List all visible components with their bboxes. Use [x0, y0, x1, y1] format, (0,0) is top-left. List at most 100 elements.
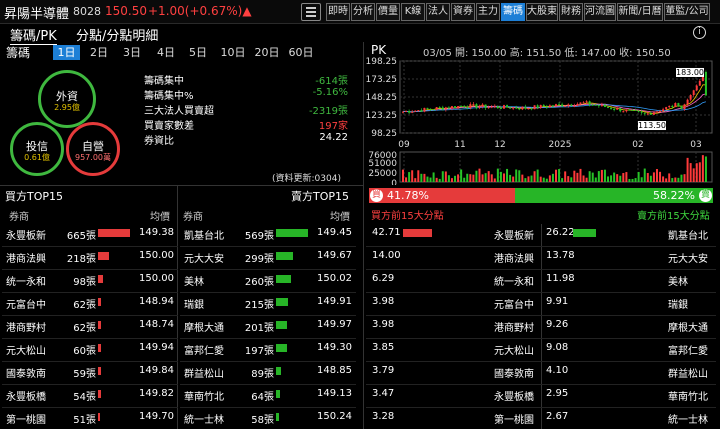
buy-row[interactable]: 第一桃園 51張 149.70 — [2, 408, 178, 429]
volume-bar — [447, 175, 450, 182]
x-tick-0: 09 — [398, 140, 410, 150]
price-chart[interactable]: 198.25173.25148.25123.2598.2576000510002… — [364, 55, 720, 185]
pk-row[interactable]: 3.28 第一桃園 2.67 統一士林 — [366, 408, 716, 429]
pk-buy-value: 3.98 — [372, 319, 395, 330]
pk-row[interactable]: 14.00 港商法興 13.78 元大大安 — [366, 247, 716, 270]
candle-body — [652, 112, 655, 115]
sell-row[interactable]: 統一士林 58張 150.24 — [180, 408, 356, 429]
pk-row[interactable]: 3.47 永豐板橋 2.95 華南竹北 — [366, 385, 716, 408]
pk-sell-value: 9.26 — [546, 319, 569, 330]
pk-row[interactable]: 6.29 統一永和 11.98 美林 — [366, 270, 716, 293]
pk-buy-value: 3.28 — [372, 411, 395, 422]
tab-6[interactable]: 主力 — [476, 3, 500, 21]
tab-2[interactable]: 價量 — [376, 3, 400, 21]
pk-row[interactable]: 3.79 國泰敦南 4.10 群益松山 — [366, 362, 716, 385]
sell-row[interactable]: 摩根大通 201張 149.97 — [180, 316, 356, 339]
buy-row[interactable]: 元富台中 62張 148.94 — [2, 293, 178, 316]
buy-row[interactable]: 元大松山 60張 149.94 — [2, 339, 178, 362]
buy-row[interactable]: 國泰敦南 59張 149.84 — [2, 362, 178, 385]
period-tab-3[interactable]: 4日 — [155, 45, 177, 60]
tab-11[interactable]: 新聞/日曆 — [617, 3, 663, 21]
period-tab-4[interactable]: 5日 — [187, 45, 209, 60]
tab-0[interactable]: 即時 — [326, 3, 350, 21]
period-tab-7[interactable]: 60日 — [287, 45, 315, 60]
chips-title: 籌碼 — [6, 46, 31, 60]
pk-buy-broker: 永豐板新 — [494, 231, 534, 242]
volume-bar — [613, 172, 616, 182]
volume-bar — [619, 175, 622, 182]
candle-body — [521, 106, 524, 110]
volume-bar — [469, 174, 472, 182]
sell-row[interactable]: 瑞銀 215張 149.91 — [180, 293, 356, 316]
tab-4[interactable]: 法人 — [426, 3, 450, 21]
volume-bar — [411, 170, 414, 182]
buy-avg: 149.38 — [139, 227, 174, 238]
volume-bar — [460, 169, 463, 182]
period-tab-6[interactable]: 20日 — [253, 45, 281, 60]
sell-row[interactable]: 群益松山 89張 148.85 — [180, 362, 356, 385]
tab-1[interactable]: 分析 — [351, 3, 375, 21]
pk-row[interactable]: 42.71 永豐板新 26.22 凱基台北 — [366, 224, 716, 247]
volume-bar — [551, 173, 554, 182]
volume-bar — [564, 171, 567, 182]
sell-row[interactable]: 元大大安 299張 149.67 — [180, 247, 356, 270]
volume-bar — [432, 172, 435, 182]
volume-bar — [625, 172, 628, 182]
candle-body — [561, 104, 564, 107]
candle-body — [423, 107, 426, 112]
pk-row[interactable]: 3.98 元富台中 9.91 瑞銀 — [366, 293, 716, 316]
buy-row[interactable]: 港商法興 218張 150.00 — [2, 247, 178, 270]
buy-row[interactable]: 永豐板橋 54張 149.82 — [2, 385, 178, 408]
period-tab-5[interactable]: 10日 — [219, 45, 247, 60]
sell-row[interactable]: 富邦仁愛 197張 149.30 — [180, 339, 356, 362]
volume-bar — [493, 178, 496, 182]
tab-12[interactable]: 董監/公司 — [664, 3, 710, 21]
volume-bar — [585, 177, 588, 182]
pk-row[interactable]: 3.85 元大松山 9.08 富邦仁愛 — [366, 339, 716, 362]
candle-body — [533, 105, 536, 110]
volume-bar — [499, 171, 502, 182]
pk-row[interactable]: 3.98 港商野村 9.26 摩根大通 — [366, 316, 716, 339]
pk-row-divider — [541, 385, 542, 408]
period-tab-0[interactable]: 1日 — [53, 45, 80, 60]
pk-buy-value: 3.79 — [372, 365, 395, 376]
tab-3[interactable]: K線 — [401, 3, 425, 21]
candle-body — [597, 105, 600, 107]
tab-10[interactable]: 河流圖 — [584, 3, 616, 21]
candle-body — [646, 113, 649, 115]
period-tab-1[interactable]: 2日 — [88, 45, 110, 60]
tab-chip-pk[interactable]: 籌碼/PK — [10, 25, 57, 45]
candle-body — [579, 102, 582, 104]
period-tab-2[interactable]: 3日 — [121, 45, 143, 60]
candle-body — [457, 106, 460, 109]
volume-bar — [521, 174, 524, 182]
tab-branch-detail[interactable]: 分點/分點明細 — [76, 25, 158, 44]
candle-body — [686, 99, 689, 105]
x-tick-2: 12 — [494, 140, 505, 150]
menu-icon[interactable] — [301, 3, 321, 21]
stat-value-3: 197家 — [318, 121, 348, 132]
candle-body — [444, 107, 447, 110]
info-icon[interactable]: i — [693, 26, 706, 39]
buy-row[interactable]: 港商野村 62張 148.74 — [2, 316, 178, 339]
volume-bar — [701, 155, 704, 182]
sell-avg: 149.67 — [317, 250, 352, 261]
volume-bar — [515, 169, 518, 182]
tab-7[interactable]: 籌碼 — [501, 3, 525, 21]
volume-bar — [631, 178, 634, 182]
candle-body — [405, 111, 408, 113]
sell-row[interactable]: 華南竹北 64張 149.13 — [180, 385, 356, 408]
buy-col-avg: 均價 — [150, 212, 170, 223]
pk-row-divider — [541, 362, 542, 385]
tab-8[interactable]: 大股東 — [526, 3, 558, 21]
sell-row[interactable]: 美林 260張 150.02 — [180, 270, 356, 293]
candle-body — [527, 108, 530, 110]
buy-row[interactable]: 永豐板新 665張 149.38 — [2, 224, 178, 247]
candle-body — [502, 105, 505, 109]
sell-row[interactable]: 凱基台北 569張 149.45 — [180, 224, 356, 247]
buy-bar — [98, 413, 100, 421]
tab-9[interactable]: 財務 — [559, 3, 583, 21]
buy-row[interactable]: 统一永和 98張 150.00 — [2, 270, 178, 293]
candle-body — [441, 107, 444, 110]
tab-5[interactable]: 資券 — [451, 3, 475, 21]
